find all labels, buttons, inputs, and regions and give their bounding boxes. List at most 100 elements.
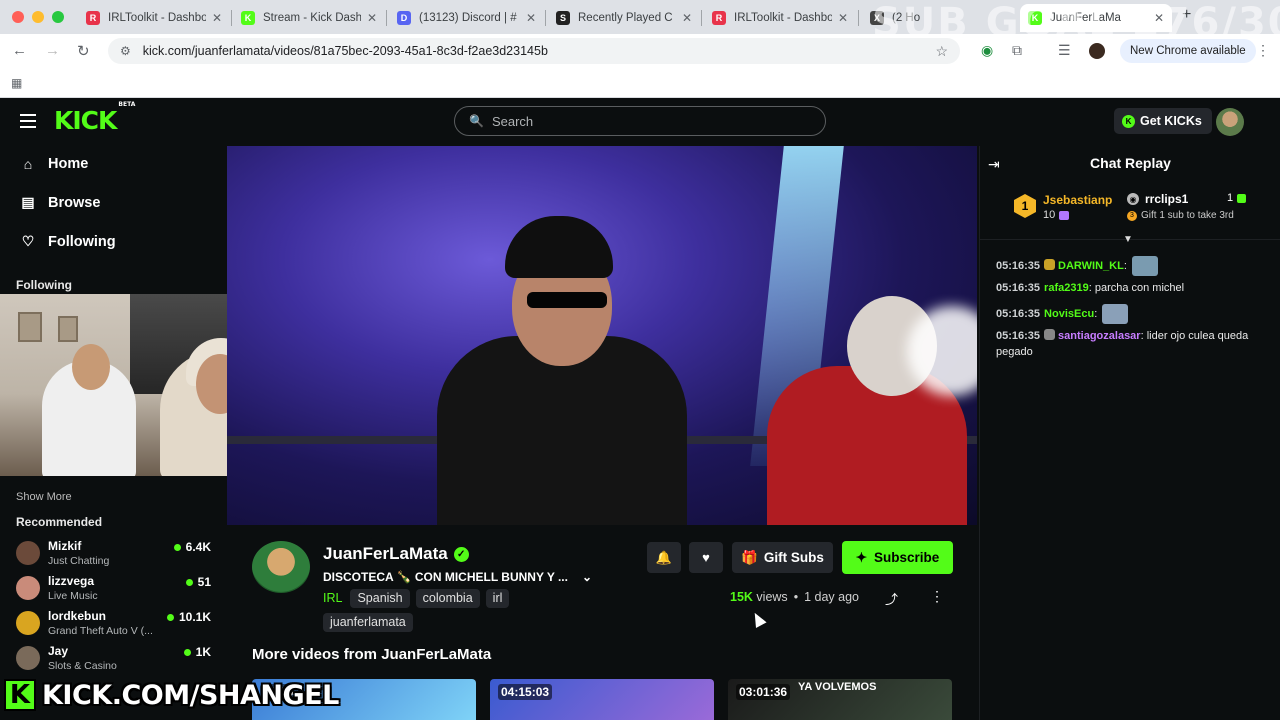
chat-title: Chat Replay — [1090, 155, 1171, 171]
emote-icon — [1131, 256, 1158, 276]
live-dot-icon — [185, 578, 193, 586]
tag[interactable]: Spanish — [350, 589, 410, 608]
home-icon: ⌂ — [23, 156, 33, 172]
following-heading: Following — [16, 278, 72, 292]
viewer-count: 10.1K — [166, 610, 211, 624]
leaderboard-first-user[interactable]: Jsebastianp — [1043, 193, 1112, 207]
tab-title: Recently Played C — [578, 12, 673, 24]
tab-favicon: K — [241, 11, 255, 25]
moderator-badge-icon — [1044, 329, 1056, 340]
live-dot-icon — [173, 543, 181, 551]
chrome-menu-icon[interactable]: ⋮ — [1256, 42, 1270, 59]
video-thumbnail[interactable]: 04:15:03 — [490, 679, 714, 720]
browser-tab[interactable]: R IRLToolkit - Dashbo ✕ — [78, 4, 230, 32]
back-icon[interactable]: ← — [12, 42, 27, 59]
sidebar-item-home[interactable]: ⌂ Home — [20, 156, 89, 172]
search-placeholder: Search — [491, 113, 534, 129]
mouse-cursor — [749, 610, 767, 628]
video-player[interactable] — [227, 146, 977, 525]
more-options-icon[interactable]: ⋮ — [930, 588, 944, 605]
kick-logo[interactable]: KICKBETA — [54, 101, 135, 135]
extension-de-icon[interactable]: ◉ — [981, 42, 993, 59]
user-icon: ◉ — [1127, 193, 1139, 205]
gift-icon: 🎁 — [741, 549, 758, 565]
maximize-window-button[interactable] — [52, 11, 64, 23]
reload-icon[interactable]: ↻ — [77, 42, 90, 60]
chat-message: 05:16:35 NovisEcu: — [996, 304, 1272, 324]
browser-tab[interactable]: K Stream - Kick Dash ✕ — [233, 4, 385, 32]
bookmark-star-icon[interactable]: ☆ — [935, 43, 948, 60]
close-tab-icon[interactable]: ✕ — [212, 11, 222, 25]
apps-grid-icon[interactable]: ▦ — [11, 76, 22, 90]
tag[interactable]: juanferlamata — [323, 613, 413, 632]
user-avatar[interactable] — [1216, 108, 1244, 136]
heart-icon: ♥ — [702, 550, 710, 565]
live-dot-icon — [183, 648, 191, 656]
close-tab-icon[interactable]: ✕ — [682, 11, 692, 25]
browser-tab[interactable]: R IRLToolkit - Dashbo ✕ — [704, 4, 856, 32]
minimize-window-button[interactable] — [32, 11, 44, 23]
browser-tab[interactable]: S Recently Played C ✕ — [548, 4, 700, 32]
kick-logo-icon: K — [4, 679, 36, 711]
tab-favicon: S — [556, 11, 570, 25]
tag[interactable]: colombia — [415, 589, 480, 608]
media-controls-icon[interactable]: ☰ — [1058, 42, 1071, 59]
channel-avatar — [16, 611, 40, 635]
leaderboard-second-user[interactable]: rrclips1 — [1145, 192, 1188, 206]
menu-icon[interactable] — [20, 114, 36, 132]
recommended-channel[interactable]: lizzvega Live Music 51 — [16, 574, 214, 606]
leaderboard-first-count: 10 — [1043, 209, 1070, 221]
follow-button[interactable]: ♥ — [689, 542, 723, 573]
heart-icon: ♡ — [21, 233, 35, 249]
bookmarks-bar: ▦ — [0, 68, 1280, 98]
profile-avatar[interactable] — [1089, 43, 1105, 59]
sidebar-item-browse[interactable]: ▤ Browse — [20, 194, 100, 211]
close-tab-icon[interactable]: ✕ — [526, 11, 536, 25]
browser-tab[interactable]: D (13123) Discord | # ✕ — [389, 4, 544, 32]
extensions-icon[interactable]: ⧉ — [1012, 42, 1022, 59]
url-text[interactable]: kick.com/juanferlamata/videos/81a75bec-2… — [143, 44, 936, 58]
leaderboard-note: 3 Gift 1 sub to take 3rd — [1127, 210, 1234, 221]
channel-avatar[interactable] — [252, 541, 310, 593]
get-kicks-button[interactable]: K Get KICKs — [1114, 108, 1212, 134]
forward-icon[interactable]: → — [45, 42, 60, 59]
tab-title: Stream - Kick Dash — [263, 12, 361, 24]
channel-name[interactable]: JuanFerLaMata ✓ — [323, 544, 469, 564]
tag[interactable]: irl — [485, 589, 510, 608]
video-tags: IRL Spanish colombia irl — [323, 589, 510, 608]
chat-message: 05:16:35 santiagozalasar: lider ojo culea… — [996, 329, 1249, 358]
search-input[interactable]: 🔍 Search — [454, 106, 826, 136]
close-tab-icon[interactable]: ✕ — [838, 11, 848, 25]
recommended-channel[interactable]: lordkebun Grand Theft Auto V (... 10.1K — [16, 609, 214, 641]
star-icon: ✦ — [855, 549, 868, 565]
video-thumbnail[interactable]: 03:01:36 YA VOLVEMOS — [728, 679, 952, 720]
chevron-down-icon[interactable]: ⌄ — [582, 570, 592, 584]
viewer-count: 6.4K — [173, 540, 211, 554]
subscribe-button[interactable]: ✦ Subscribe — [842, 541, 953, 574]
tab-favicon: R — [86, 11, 100, 25]
live-dot-icon — [166, 613, 174, 621]
gift-icon — [1237, 193, 1247, 203]
viewer-count: 1K — [183, 645, 211, 659]
share-icon[interactable]: ⤴ — [885, 589, 898, 608]
browser-toolbar: ← → ↻ ⚙ kick.com/juanferlamata/videos/81… — [0, 34, 1280, 68]
site-info-icon[interactable]: ⚙ — [120, 44, 131, 58]
duration-badge: 04:15:03 — [498, 684, 553, 700]
chrome-update-button[interactable]: New Chrome available — [1120, 39, 1256, 63]
emote-icon — [1102, 304, 1129, 324]
sub-badge-icon — [1044, 258, 1056, 270]
address-bar[interactable]: ⚙ kick.com/juanferlamata/videos/81a75bec… — [108, 38, 960, 64]
close-tab-icon[interactable]: ✕ — [367, 11, 377, 25]
sidebar-item-following[interactable]: ♡ Following — [20, 233, 116, 250]
more-videos-heading: More videos from JuanFerLaMata — [252, 646, 492, 663]
chat-message: 05:16:35 rafa2319: parcha con michel — [996, 282, 1185, 294]
show-more-link[interactable]: Show More — [16, 491, 72, 503]
category-link[interactable]: IRL — [323, 589, 342, 608]
chat-panel: ⇥ Chat Replay 1 Jsebastianp 10 ◉ rrclips… — [979, 146, 1280, 720]
gift-subs-button[interactable]: 🎁 Gift Subs — [732, 542, 833, 573]
close-window-button[interactable] — [12, 11, 24, 23]
recommended-channel[interactable]: Jay Slots & Casino 1K — [16, 644, 214, 676]
expand-leaderboard-icon[interactable]: ▼ — [1123, 234, 1133, 245]
notification-bell-button[interactable]: 🔔 — [647, 542, 681, 573]
recommended-channel[interactable]: Mizkif Just Chatting 6.4K — [16, 539, 214, 571]
